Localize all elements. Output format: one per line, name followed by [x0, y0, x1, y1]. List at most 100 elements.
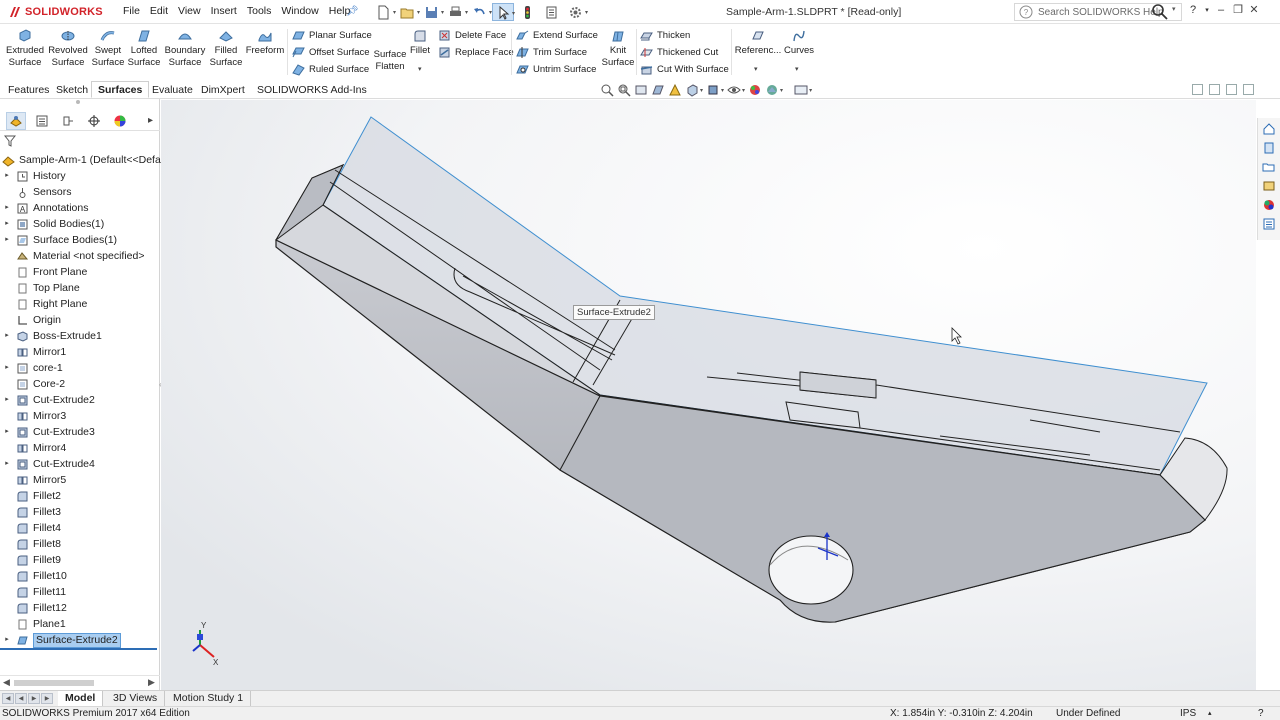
tree-item-sensors[interactable]: Sensors	[0, 184, 160, 200]
tree-item-front-plane[interactable]: Front Plane	[0, 264, 160, 280]
fillet-button[interactable]: Fillet	[409, 27, 431, 57]
previous-view-icon[interactable]	[634, 83, 648, 97]
view-orientation-icon[interactable]	[685, 83, 699, 97]
surface-flatten-button[interactable]: Surface Flatten	[370, 27, 410, 73]
tree-item-fillet12[interactable]: Fillet12	[0, 600, 160, 616]
filled-surface-button[interactable]: Filled Surface	[208, 27, 244, 69]
undo-button[interactable]: ▾	[468, 3, 492, 21]
menu-tools[interactable]: Tools	[242, 5, 277, 17]
edit-appearance-icon[interactable]	[748, 83, 762, 97]
minimize-ribbon-icon[interactable]: –	[1214, 4, 1228, 16]
tree-item-mirror4[interactable]: Mirror4	[0, 440, 160, 456]
rebuild-button[interactable]	[516, 3, 538, 21]
property-manager-tab[interactable]	[32, 112, 52, 130]
menu-edit[interactable]: Edit	[145, 5, 173, 17]
tree-item-boss-extrude1[interactable]: ▸ Boss-Extrude1	[0, 328, 160, 344]
expand-chevron-icon[interactable]: ▸	[2, 216, 12, 232]
swept-surface-button[interactable]: Swept Surface	[90, 27, 126, 69]
pin-menu-icon[interactable]: 📌︎	[346, 6, 359, 17]
graphics-area[interactable]: Y X Surface-Extrude2	[161, 100, 1256, 690]
menu-insert[interactable]: Insert	[206, 5, 242, 17]
tree-item-core-2[interactable]: Core-2	[0, 376, 160, 392]
tree-item-fillet10[interactable]: Fillet10	[0, 568, 160, 584]
filter-icon[interactable]	[4, 135, 16, 147]
tree-item-right-plane[interactable]: Right Plane	[0, 296, 160, 312]
tree-item-fillet9[interactable]: Fillet9	[0, 552, 160, 568]
unit-dropdown-icon[interactable]: ▴	[1208, 707, 1212, 720]
expand-chevron-icon[interactable]: ▸	[2, 328, 12, 344]
view-orientation-dropdown-icon[interactable]: ▾	[700, 87, 703, 94]
restore-view-icon[interactable]	[1226, 84, 1237, 95]
extruded-surface-button[interactable]: Extruded Surface	[6, 27, 44, 69]
planar-surface-button[interactable]: Planar Surface	[292, 27, 372, 43]
zoom-to-area-icon[interactable]	[617, 83, 631, 97]
tile-view-icon[interactable]	[1192, 84, 1203, 95]
design-library-tab[interactable]	[1261, 140, 1277, 156]
delete-face-button[interactable]: Delete Face	[438, 27, 506, 43]
untrim-surface-button[interactable]: Untrim Surface	[516, 61, 596, 77]
split-view-icon[interactable]	[1209, 84, 1220, 95]
dimxpert-manager-tab[interactable]	[84, 112, 104, 130]
tree-item-origin[interactable]: Origin	[0, 312, 160, 328]
tab-dimxpert[interactable]: DimXpert	[194, 81, 252, 98]
scroll-left-icon[interactable]: ◀	[3, 677, 10, 688]
reference-geometry-button[interactable]: Referenc...	[735, 27, 781, 57]
select-button[interactable]: ▾	[492, 3, 515, 21]
file-explorer-tab[interactable]	[1261, 159, 1277, 175]
first-tab-icon[interactable]: ◀	[2, 693, 14, 704]
tree-item-fillet3[interactable]: Fillet3	[0, 504, 160, 520]
replace-face-button[interactable]: Replace Face	[438, 44, 514, 60]
tree-item-core-1[interactable]: ▸ core-1	[0, 360, 160, 376]
hide-show-items-icon[interactable]	[727, 83, 741, 97]
knit-surface-button[interactable]: Knit Surface	[601, 27, 635, 69]
menu-file[interactable]: File	[118, 5, 145, 17]
dynamic-annotation-icon[interactable]	[668, 83, 682, 97]
tree-item-mirror5[interactable]: Mirror5	[0, 472, 160, 488]
next-tab-icon[interactable]: ▶	[28, 693, 40, 704]
boundary-surface-button[interactable]: Boundary Surface	[163, 27, 207, 69]
tree-item-fillet11[interactable]: Fillet11	[0, 584, 160, 600]
tab-model[interactable]: Model	[58, 691, 104, 706]
print-button[interactable]: ▾	[444, 3, 468, 21]
extend-surface-button[interactable]: Extend Surface	[516, 27, 598, 43]
close-window-icon[interactable]: ✕	[1246, 3, 1262, 16]
view-palette-tab[interactable]	[1261, 178, 1277, 194]
tree-item-top-plane[interactable]: Top Plane	[0, 280, 160, 296]
scrollbar-thumb[interactable]	[14, 680, 94, 686]
tab-motion-study-1[interactable]: Motion Study 1	[166, 691, 252, 706]
tab-evaluate[interactable]: Evaluate	[145, 81, 200, 98]
hide-show-dropdown-icon[interactable]: ▾	[742, 87, 745, 94]
search-dropdown-icon[interactable]: ▾	[1172, 5, 1176, 13]
status-help-icon[interactable]: ?	[1258, 707, 1264, 720]
expand-chevron-icon[interactable]: ▸	[2, 168, 12, 184]
tree-item-cut-extrude3[interactable]: ▸ Cut-Extrude3	[0, 424, 160, 440]
unit-system[interactable]: IPS	[1180, 707, 1196, 720]
view-settings-dropdown-icon[interactable]: ▾	[809, 87, 812, 94]
curves-button[interactable]: Curves	[782, 27, 816, 57]
display-style-icon[interactable]	[706, 83, 720, 97]
options-button[interactable]: ▾	[564, 3, 588, 21]
reference-dropdown-icon[interactable]: ▾	[754, 65, 758, 73]
expand-chevron-icon[interactable]: ▸	[2, 632, 12, 648]
restore-window-icon[interactable]: ❐	[1230, 3, 1246, 16]
expand-chevron-icon[interactable]: ▸	[2, 232, 12, 248]
thickened-cut-button[interactable]: Thickened Cut	[640, 44, 718, 60]
apply-scene-dropdown-icon[interactable]: ▾	[780, 87, 783, 94]
offset-surface-button[interactable]: Offset Surface	[292, 44, 370, 60]
expand-chevron-icon[interactable]: ▸	[2, 392, 12, 408]
expand-chevron-icon[interactable]: ▸	[2, 424, 12, 440]
configuration-manager-tab[interactable]	[58, 112, 78, 130]
freeform-button[interactable]: Freeform	[245, 27, 285, 57]
tab-3d-views[interactable]: 3D Views	[106, 691, 166, 706]
menu-window[interactable]: Window	[276, 5, 323, 17]
tree-item-surface-extrude2[interactable]: ▸ Surface-Extrude2	[0, 632, 160, 648]
help-icon[interactable]: ?	[1186, 4, 1200, 16]
last-tab-icon[interactable]: ▶	[41, 693, 53, 704]
revolved-surface-button[interactable]: Revolved Surface	[48, 27, 88, 69]
help-dropdown-icon[interactable]: ▾	[1200, 6, 1214, 14]
solidworks-resources-tab[interactable]	[1261, 121, 1277, 137]
close-view-icon[interactable]	[1243, 84, 1254, 95]
cut-with-surface-button[interactable]: Cut With Surface	[640, 61, 729, 77]
open-button[interactable]: ▾	[396, 3, 420, 21]
new-document-button[interactable]: ▾	[372, 3, 396, 21]
